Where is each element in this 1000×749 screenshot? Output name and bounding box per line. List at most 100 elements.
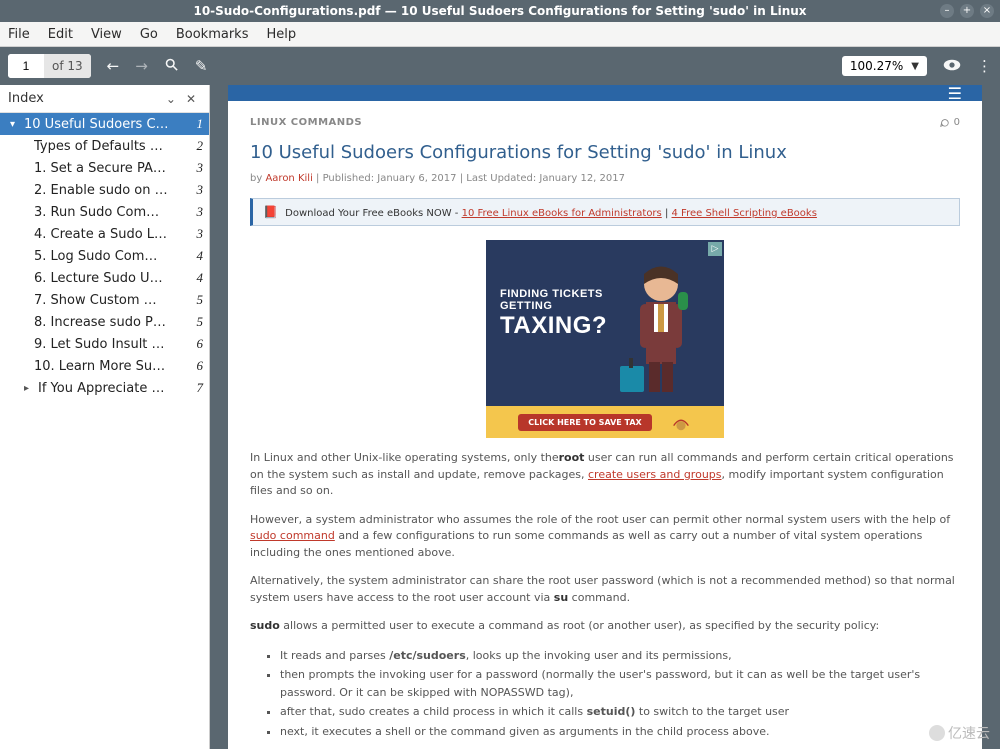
index-item[interactable]: 2. Enable sudo on …3 xyxy=(0,179,209,201)
ebook-link-1[interactable]: 10 Free Linux eBooks for Administrators xyxy=(462,208,662,219)
comments-count[interactable]: 0 xyxy=(939,117,960,128)
page-number-input[interactable] xyxy=(8,54,44,78)
ad-text: FINDING TICKETS GETTING TAXING? xyxy=(500,288,607,340)
page-field: of 13 xyxy=(8,54,91,78)
index-list: ▾10 Useful Sudoers C…1Types of Defaults … xyxy=(0,113,209,749)
close-button[interactable]: × xyxy=(980,4,994,18)
index-item[interactable]: 1. Set a Secure PA…3 xyxy=(0,157,209,179)
index-item-page: 6 xyxy=(191,358,204,374)
index-item-label: 2. Enable sudo on … xyxy=(34,183,191,198)
advertisement[interactable]: ▷ FINDING TICKETS GETTING TAXING? xyxy=(486,240,724,438)
index-item-page: 5 xyxy=(191,292,204,308)
index-item[interactable]: 5. Log Sudo Com…4 xyxy=(0,245,209,267)
index-item-page: 3 xyxy=(191,182,204,198)
index-item[interactable]: Types of Defaults …2 xyxy=(0,135,209,157)
sidebar-close-icon[interactable]: ✕ xyxy=(181,92,201,106)
menu-help[interactable]: Help xyxy=(266,27,296,42)
index-item-label: 4. Create a Sudo L… xyxy=(34,227,191,242)
menubar: File Edit View Go Bookmarks Help xyxy=(0,22,1000,47)
index-item[interactable]: 3. Run Sudo Com…3 xyxy=(0,201,209,223)
link-sudo-command[interactable]: sudo command xyxy=(250,529,335,542)
index-item-page: 3 xyxy=(191,204,204,220)
sidebar-title: Index xyxy=(8,91,161,106)
menu-go[interactable]: Go xyxy=(140,27,158,42)
index-item[interactable]: 9. Let Sudo Insult …6 xyxy=(0,333,209,355)
window-title: 10-Sudo-Configurations.pdf — 10 Useful S… xyxy=(193,4,806,18)
ad-cta-button[interactable]: CLICK HERE TO SAVE TAX xyxy=(518,414,651,431)
chevron-down-icon: ▼ xyxy=(911,61,919,72)
index-item[interactable]: ▸If You Appreciate …7 xyxy=(0,377,209,399)
more-menu-icon[interactable]: ⋮ xyxy=(977,57,992,75)
paragraph: In Linux and other Unix-like operating s… xyxy=(250,450,960,500)
document-viewport[interactable]: ☰ LINUX COMMANDS 0 10 Useful Sudoers Con… xyxy=(210,85,1000,749)
toolbar: of 13 ← → ✎ 100.27% ▼ ⋮ xyxy=(0,47,1000,85)
zoom-selector[interactable]: 100.27% ▼ xyxy=(842,56,927,76)
edit-icon[interactable]: ✎ xyxy=(195,57,208,75)
index-item-page: 7 xyxy=(191,380,204,396)
index-item-page: 5 xyxy=(191,314,204,330)
pdf-page: ☰ LINUX COMMANDS 0 10 Useful Sudoers Con… xyxy=(228,85,982,749)
list-item: after that, sudo creates a child process… xyxy=(280,703,960,721)
list-item: next, it executes a shell or the command… xyxy=(280,723,960,741)
sidebar-menu-icon[interactable]: ⌄ xyxy=(161,92,181,106)
link-create-users[interactable]: create users and groups xyxy=(588,468,722,481)
paragraph: sudo allows a permitted user to execute … xyxy=(250,618,960,635)
paragraph: Alternatively, the system administrator … xyxy=(250,573,960,606)
watermark: 亿速云 xyxy=(929,723,990,743)
paragraph: However, a system administrator who assu… xyxy=(250,512,960,562)
list-item: then prompts the invoking user for a pas… xyxy=(280,666,960,701)
zoom-value: 100.27% xyxy=(850,59,903,73)
author-link[interactable]: Aaron Kili xyxy=(265,173,312,184)
window-titlebar: 10-Sudo-Configurations.pdf — 10 Useful S… xyxy=(0,0,1000,22)
index-item-label: 3. Run Sudo Com… xyxy=(34,205,191,220)
menu-file[interactable]: File xyxy=(8,27,30,42)
expand-icon[interactable]: ▸ xyxy=(24,383,38,394)
ad-logo-icon xyxy=(670,411,692,433)
minimize-button[interactable]: – xyxy=(940,4,954,18)
sidebar-index: Index ⌄ ✕ ▾10 Useful Sudoers C…1Types of… xyxy=(0,85,210,749)
index-item[interactable]: 7. Show Custom …5 xyxy=(0,289,209,311)
index-item-label: 10 Useful Sudoers C… xyxy=(24,117,191,132)
index-item-label: If You Appreciate … xyxy=(38,381,191,396)
index-item-label: 6. Lecture Sudo U… xyxy=(34,271,191,286)
bullet-list: It reads and parses /etc/sudoers, looks … xyxy=(250,647,960,741)
index-item[interactable]: ▾10 Useful Sudoers C…1 xyxy=(0,113,209,135)
index-item-page: 2 xyxy=(191,138,204,154)
index-item[interactable]: 10. Learn More Su…6 xyxy=(0,355,209,377)
index-item-label: 9. Let Sudo Insult … xyxy=(34,337,191,352)
index-item-page: 1 xyxy=(191,116,204,132)
index-item-page: 3 xyxy=(191,226,204,242)
ad-close-icon[interactable]: ▷ xyxy=(708,242,722,256)
maximize-button[interactable]: + xyxy=(960,4,974,18)
index-item-page: 3 xyxy=(191,160,204,176)
ebook-promo-box: 📕 Download Your Free eBooks NOW - 10 Fre… xyxy=(250,198,960,226)
index-item-label: 8. Increase sudo P… xyxy=(34,315,191,330)
index-item[interactable]: 8. Increase sudo P…5 xyxy=(0,311,209,333)
presentation-icon[interactable] xyxy=(943,57,961,75)
expand-icon[interactable]: ▾ xyxy=(10,119,24,130)
index-item[interactable]: 6. Lecture Sudo U…4 xyxy=(0,267,209,289)
menu-view[interactable]: View xyxy=(91,27,122,42)
window-controls: – + × xyxy=(940,4,994,18)
index-item-page: 6 xyxy=(191,336,204,352)
list-item: It reads and parses /etc/sudoers, looks … xyxy=(280,647,960,665)
byline: by Aaron Kili | Published: January 6, 20… xyxy=(250,173,960,184)
article-title: 10 Useful Sudoers Configurations for Set… xyxy=(250,142,960,163)
book-icon: 📕 xyxy=(263,205,278,219)
menu-edit[interactable]: Edit xyxy=(48,27,73,42)
site-header-bar: ☰ xyxy=(228,85,982,101)
index-item-label: Types of Defaults … xyxy=(34,139,191,154)
search-icon[interactable] xyxy=(164,57,179,76)
forward-icon[interactable]: → xyxy=(135,57,148,75)
watermark-logo-icon xyxy=(929,725,945,741)
ad-person-illustration xyxy=(616,254,706,404)
index-item[interactable]: 4. Create a Sudo L…3 xyxy=(0,223,209,245)
menu-bookmarks[interactable]: Bookmarks xyxy=(176,27,249,42)
ebook-link-2[interactable]: 4 Free Shell Scripting eBooks xyxy=(672,208,817,219)
hamburger-icon[interactable]: ☰ xyxy=(948,85,962,103)
back-icon[interactable]: ← xyxy=(107,57,120,75)
index-item-page: 4 xyxy=(191,248,204,264)
index-item-label: 5. Log Sudo Com… xyxy=(34,249,191,264)
category-crumb[interactable]: LINUX COMMANDS xyxy=(250,117,362,128)
index-item-label: 7. Show Custom … xyxy=(34,293,191,308)
